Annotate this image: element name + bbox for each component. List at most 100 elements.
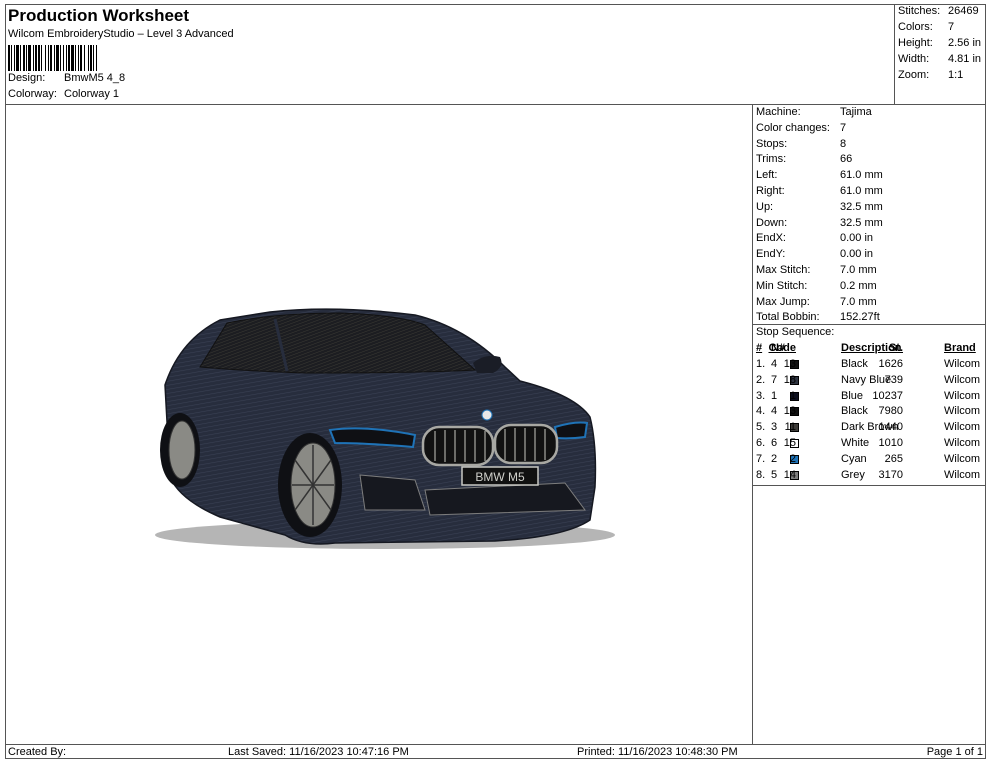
stitch-count: 3170: [878, 468, 903, 481]
machine-label: EndX:: [756, 232, 786, 245]
license-plate-text: BMW M5: [475, 470, 525, 484]
stop-number: 4.: [756, 405, 766, 418]
barcode-bar: [8, 45, 10, 71]
machine-value: 7: [840, 121, 847, 134]
bmw-logo: [481, 409, 493, 421]
machine-row: Right: 61.0 mm: [756, 185, 883, 200]
barcode-bar: [84, 45, 85, 71]
stat-label: Width:: [898, 53, 930, 65]
page-title: Production Worksheet: [8, 6, 190, 25]
barcode-bar: [50, 45, 52, 71]
stop-number: 8.: [756, 468, 766, 481]
machine-row: Left: 61.0 mm: [756, 169, 883, 184]
barcode-bar: [63, 45, 64, 71]
stop-number: 6.: [756, 437, 766, 449]
created-by: Created By:: [8, 746, 67, 758]
barcode: [8, 45, 97, 71]
machine-value: 0.2 mm: [840, 279, 877, 292]
thread-code: 1: [789, 389, 796, 402]
machine-label: Right:: [756, 185, 785, 197]
thread-description: White: [841, 437, 870, 449]
stat-zoom: Zoom: 1:1: [898, 69, 963, 81]
last-saved: Last Saved: 11/16/2023 10:47:16 PM: [228, 746, 409, 758]
machine-row: Color changes: 7: [756, 122, 846, 137]
barcode-bar: [96, 45, 97, 71]
thread-code: 13: [783, 405, 796, 418]
barcode-bar: [41, 45, 42, 71]
stitch-count: 1010: [878, 437, 903, 449]
stat-label: Zoom:: [898, 69, 930, 81]
barcode-bar: [71, 45, 74, 71]
barcode-bar: [80, 45, 82, 71]
stat-value: 2.56 in: [948, 37, 982, 49]
machine-label: Up:: [756, 200, 774, 213]
machine-value: 7.0 mm: [840, 295, 877, 308]
thread-description: Blue: [841, 389, 864, 402]
machine-row: Down: 32.5 mm: [756, 217, 883, 232]
stitch-count: 10237: [872, 389, 903, 402]
column-header-code: Code: [768, 342, 797, 354]
colorway-row: Colorway: Colorway 1: [8, 88, 119, 100]
stop-number: 7.: [756, 452, 766, 465]
barcode-bar: [93, 45, 94, 71]
stat-label: Height:: [898, 37, 933, 49]
design-value: BmwM5 4_8: [64, 72, 126, 84]
machine-label: Left:: [756, 169, 778, 182]
car-embroidery-image: BMW M5: [155, 308, 615, 549]
needle-number: 4: [771, 358, 778, 370]
machine-label: Trims:: [756, 153, 787, 166]
machine-value: 66: [840, 153, 853, 166]
stats-panel: Stitches: 26469 Colors: 7 Height: 2.56 in W…: [895, 4, 986, 105]
barcode-bar: [35, 45, 37, 71]
machine-label: Stops:: [756, 137, 788, 150]
thread-brand: Wilcom: [944, 373, 981, 386]
machine-row: Min Stitch: 0.2 mm: [756, 280, 877, 295]
thread-brand: Wilcom: [944, 452, 981, 465]
stat-label: Stitches:: [898, 5, 941, 17]
needle-number: 4: [771, 405, 778, 418]
thread-description: Black: [841, 358, 868, 370]
stop-number: 3.: [756, 389, 766, 402]
machine-value: 8: [840, 137, 847, 150]
machine-label: Machine:: [756, 106, 801, 118]
needle-number: 3: [771, 421, 778, 434]
thread-brand: Wilcom: [944, 389, 981, 402]
barcode-bar: [28, 45, 31, 71]
separator: [753, 485, 986, 487]
machine-label: Down:: [756, 216, 788, 229]
barcode-bar: [48, 45, 49, 71]
barcode-bar: [11, 45, 12, 71]
machine-row: Max Jump: 7.0 mm: [756, 296, 877, 311]
stat-stitches: Stitches: 26469: [898, 5, 979, 17]
machine-label: Max Stitch:: [756, 264, 811, 276]
needle-number: 5: [771, 468, 778, 481]
machine-value: 152.27ft: [840, 311, 880, 324]
stat-value: 26469: [948, 5, 979, 17]
barcode-bar: [16, 45, 19, 71]
thread-code: 14: [783, 468, 796, 481]
thread-description: Grey: [841, 468, 865, 481]
machine-value: 61.0 mm: [840, 185, 883, 197]
machine-value: 61.0 mm: [840, 169, 883, 182]
design-row: Design: BmwM5 4_8: [8, 72, 125, 84]
needle-number: 1: [771, 389, 778, 402]
thread-brand: Wilcom: [944, 468, 981, 481]
machine-row: Machine: Tajima: [756, 106, 872, 121]
thread-description: Black: [841, 405, 868, 418]
barcode-bar: [66, 45, 67, 71]
column-header-num: #: [756, 342, 763, 354]
machine-row: Max Stitch: 7.0 mm: [756, 264, 877, 279]
barcode-bar: [33, 45, 34, 71]
stat-value: 7: [948, 21, 955, 33]
design-preview-area: BMW M5: [5, 105, 753, 744]
machine-label: Total Bobbin:: [756, 311, 820, 324]
rear-rim: [168, 420, 196, 480]
separator: [753, 324, 986, 325]
stat-value: 1:1: [948, 69, 964, 81]
thread-brand: Wilcom: [944, 358, 981, 370]
machine-label: EndY:: [756, 248, 786, 261]
thread-brand: Wilcom: [944, 405, 981, 418]
stitch-count: 265: [884, 452, 903, 465]
barcode-bar: [56, 45, 59, 71]
stat-colors: Colors: 7: [898, 21, 954, 33]
